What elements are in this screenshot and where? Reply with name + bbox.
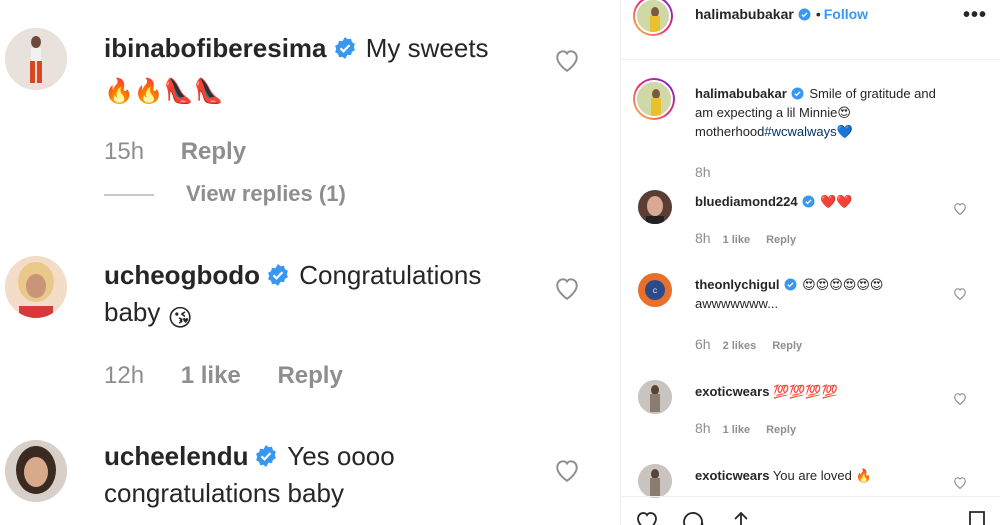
avatar[interactable] [5, 28, 67, 90]
likes-count[interactable]: 1 like [723, 424, 751, 436]
comment-text: ibinabofiberesima My sweets 🔥🔥👠👠 [104, 30, 524, 110]
divider [104, 194, 154, 196]
comment-emojis: 😘 [167, 305, 193, 332]
caption-meta: 8h [695, 164, 723, 180]
verified-badge-icon [802, 195, 815, 208]
comment-username[interactable]: bluediamond224 [695, 194, 798, 209]
timestamp: 15h [104, 138, 145, 165]
reply-button[interactable]: Reply [772, 340, 802, 352]
list-item: ucheelendu Yes oooo congratulations baby [0, 420, 612, 525]
reply-button[interactable]: Reply [277, 362, 342, 389]
story-ring[interactable] [633, 78, 675, 120]
heart-icon[interactable] [953, 202, 967, 215]
avatar[interactable] [638, 380, 672, 414]
heart-icon[interactable] [554, 458, 580, 482]
timestamp: 6h [695, 336, 711, 352]
reply-button[interactable]: Reply [766, 234, 796, 246]
bookmark-icon[interactable] [965, 510, 989, 525]
comment-body: You are loved 🔥 [772, 468, 872, 483]
avatar[interactable] [638, 190, 672, 224]
svg-text:C: C [653, 289, 658, 295]
comment-emojis: 🔥🔥👠👠 [104, 78, 224, 105]
avatar[interactable] [5, 256, 67, 318]
comment-text: exoticwears You are loved 🔥 [695, 466, 945, 485]
avatar [635, 0, 671, 34]
avatar[interactable] [638, 464, 672, 498]
comment-body: 💯💯💯💯 [773, 384, 838, 399]
comment-meta: 8h 1 like Reply [695, 420, 812, 436]
avatar[interactable]: C [638, 273, 672, 307]
post-caption: halimabubakar Smile of gratitude and am … [621, 74, 1000, 182]
story-ring[interactable] [633, 0, 673, 36]
comment-meta: 15h Reply [104, 138, 276, 166]
comment-username[interactable]: ucheelendu [104, 441, 248, 471]
comment-meta: 6h 2 likes Reply [695, 336, 818, 352]
list-item: C theonlychigul 😍😍😍😍😍😍awwwwwww... 6h 2 li… [621, 268, 1000, 363]
list-item: ucheogbodo Congratulations baby 😘 12h 1 … [0, 240, 612, 410]
avatar[interactable] [5, 440, 67, 502]
comment-text: theonlychigul 😍😍😍😍😍😍awwwwwww... [695, 275, 945, 313]
list-item: exoticwears 💯💯💯💯 8h 1 like Reply [621, 376, 1000, 446]
heart-icon[interactable] [554, 48, 580, 72]
list-item: bluediamond224 ❤️❤️ 8h 1 like Reply [621, 185, 1000, 255]
likes-count[interactable]: 1 like [723, 234, 751, 246]
caption-username[interactable]: halimabubakar [695, 86, 787, 101]
reply-button[interactable]: Reply [181, 138, 246, 165]
reply-button[interactable]: Reply [766, 424, 796, 436]
comment-body: My sweets [365, 33, 489, 63]
hashtag-link[interactable]: #wcwalways [764, 124, 836, 139]
post-panel: halimabubakar • Follow ••• halimabubakar S… [620, 0, 1000, 525]
comment-text: ucheogbodo Congratulations baby 😘 [104, 257, 524, 337]
post-header: halimabubakar • Follow ••• [621, 0, 1000, 60]
comment-username[interactable]: ucheogbodo [104, 260, 260, 290]
heart-icon[interactable] [554, 276, 580, 300]
comment-username[interactable]: exoticwears [695, 384, 769, 399]
comment-meta: 8h 1 like Reply [695, 230, 812, 246]
verified-badge-icon [784, 278, 796, 291]
timestamp: 8h [695, 164, 711, 180]
avatar [635, 80, 673, 118]
timestamp: 12h [104, 362, 145, 389]
header-user-line: halimabubakar • Follow [695, 6, 868, 24]
caption-text: halimabubakar Smile of gratitude and am … [695, 84, 945, 141]
list-item: ibinabofiberesima My sweets 🔥🔥👠👠 15h Rep… [0, 0, 612, 220]
likes-count[interactable]: 1 like [181, 362, 241, 389]
separator: • [815, 6, 821, 22]
comment-meta: 12h 1 like Reply [104, 362, 373, 390]
share-icon[interactable] [729, 510, 753, 525]
view-replies-button[interactable]: View replies (1) [186, 181, 346, 207]
comment-username[interactable]: exoticwears [695, 468, 769, 483]
follow-button[interactable]: Follow [824, 6, 868, 22]
caption-emoji: 💙 [836, 124, 853, 139]
timestamp: 8h [695, 230, 711, 246]
header-username[interactable]: halimabubakar [695, 6, 794, 22]
timestamp: 8h [695, 420, 711, 436]
list-item: exoticwears You are loved 🔥 [621, 460, 1000, 498]
comment-username[interactable]: ibinabofiberesima [104, 33, 327, 63]
heart-icon[interactable] [953, 392, 967, 405]
comment-text: ucheelendu Yes oooo congratulations baby [104, 438, 524, 512]
verified-badge-icon [268, 264, 288, 286]
heart-icon[interactable] [953, 287, 967, 300]
verified-badge-icon [791, 87, 804, 100]
likes-count[interactable]: 2 likes [723, 340, 757, 352]
post-actions-bar [621, 496, 1000, 525]
comment-username[interactable]: theonlychigul [695, 277, 780, 292]
verified-badge-icon [798, 8, 811, 21]
heart-icon[interactable] [635, 510, 659, 525]
comment-body: ❤️❤️ [820, 194, 853, 209]
zoomed-comments-panel: ibinabofiberesima My sweets 🔥🔥👠👠 15h Rep… [0, 0, 612, 525]
verified-badge-icon [256, 445, 277, 467]
more-options-icon[interactable]: ••• [963, 4, 987, 27]
comment-text: bluediamond224 ❤️❤️ [695, 192, 945, 211]
heart-icon[interactable] [953, 476, 967, 489]
comment-icon[interactable] [681, 510, 705, 525]
comment-text: exoticwears 💯💯💯💯 [695, 382, 945, 401]
verified-badge-icon [334, 37, 355, 59]
